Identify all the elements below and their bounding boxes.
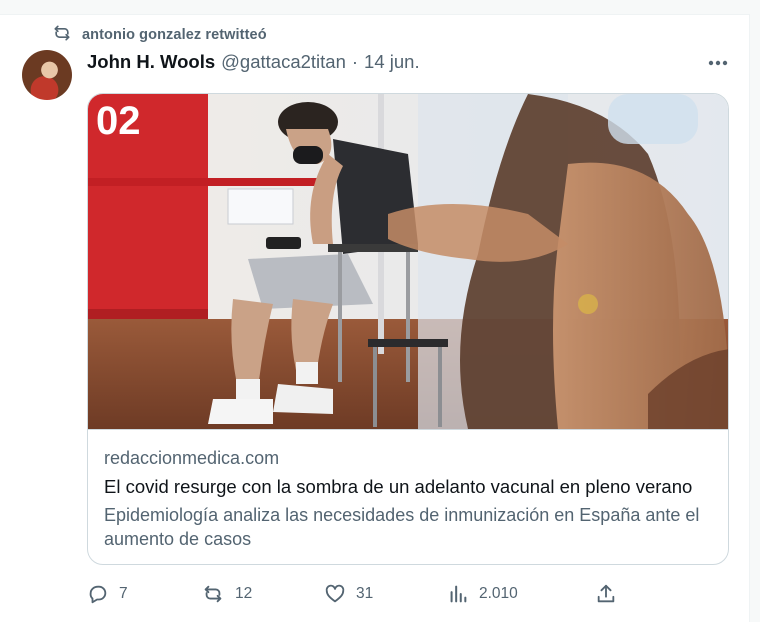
tweet-actions: 7 12 31 2.010 — [87, 582, 729, 606]
retweet-icon — [52, 23, 72, 48]
retweet-count: 12 — [235, 585, 253, 602]
reply-icon — [87, 583, 109, 605]
views-icon — [447, 583, 469, 605]
more-options-button[interactable] — [702, 50, 734, 74]
avatar[interactable] — [22, 50, 72, 100]
views-button[interactable]: 2.010 — [447, 582, 518, 606]
tweet-date[interactable]: 14 jun. — [364, 51, 420, 73]
heart-icon — [324, 583, 346, 605]
share-icon — [595, 583, 617, 605]
link-description: Epidemiología analiza las necesidades de… — [104, 505, 700, 549]
retweet-icon — [201, 583, 225, 605]
retweet-text[interactable]: antonio gonzalez retwitteó — [82, 27, 267, 43]
link-title: El covid resurge con la sombra de un ade… — [104, 476, 693, 497]
author-handle[interactable]: @gattaca2titan — [221, 51, 346, 73]
retweet-context[interactable]: antonio gonzalez retwitteó — [52, 24, 267, 46]
retweet-button[interactable]: 12 — [201, 582, 252, 606]
author-name[interactable]: John H. Wools — [87, 51, 215, 73]
like-count: 31 — [356, 585, 374, 602]
link-meta: redaccionmedica.com El covid resurge con… — [88, 429, 728, 564]
sign-number: 02 — [96, 99, 141, 143]
link-domain: redaccionmedica.com — [104, 448, 280, 468]
share-button[interactable] — [595, 582, 617, 606]
separator-dot: · — [351, 51, 359, 72]
more-icon — [708, 53, 728, 71]
article-image: 02 — [88, 94, 728, 429]
views-count: 2.010 — [479, 585, 518, 602]
link-preview-card[interactable]: 02 redaccionmedica.com El covid resurge … — [87, 93, 729, 565]
reply-button[interactable]: 7 — [87, 582, 128, 606]
tweet-header: John H. Wools @gattaca2titan · 14 jun. — [87, 50, 420, 74]
like-button[interactable]: 31 — [324, 582, 373, 606]
reply-count: 7 — [119, 585, 128, 602]
